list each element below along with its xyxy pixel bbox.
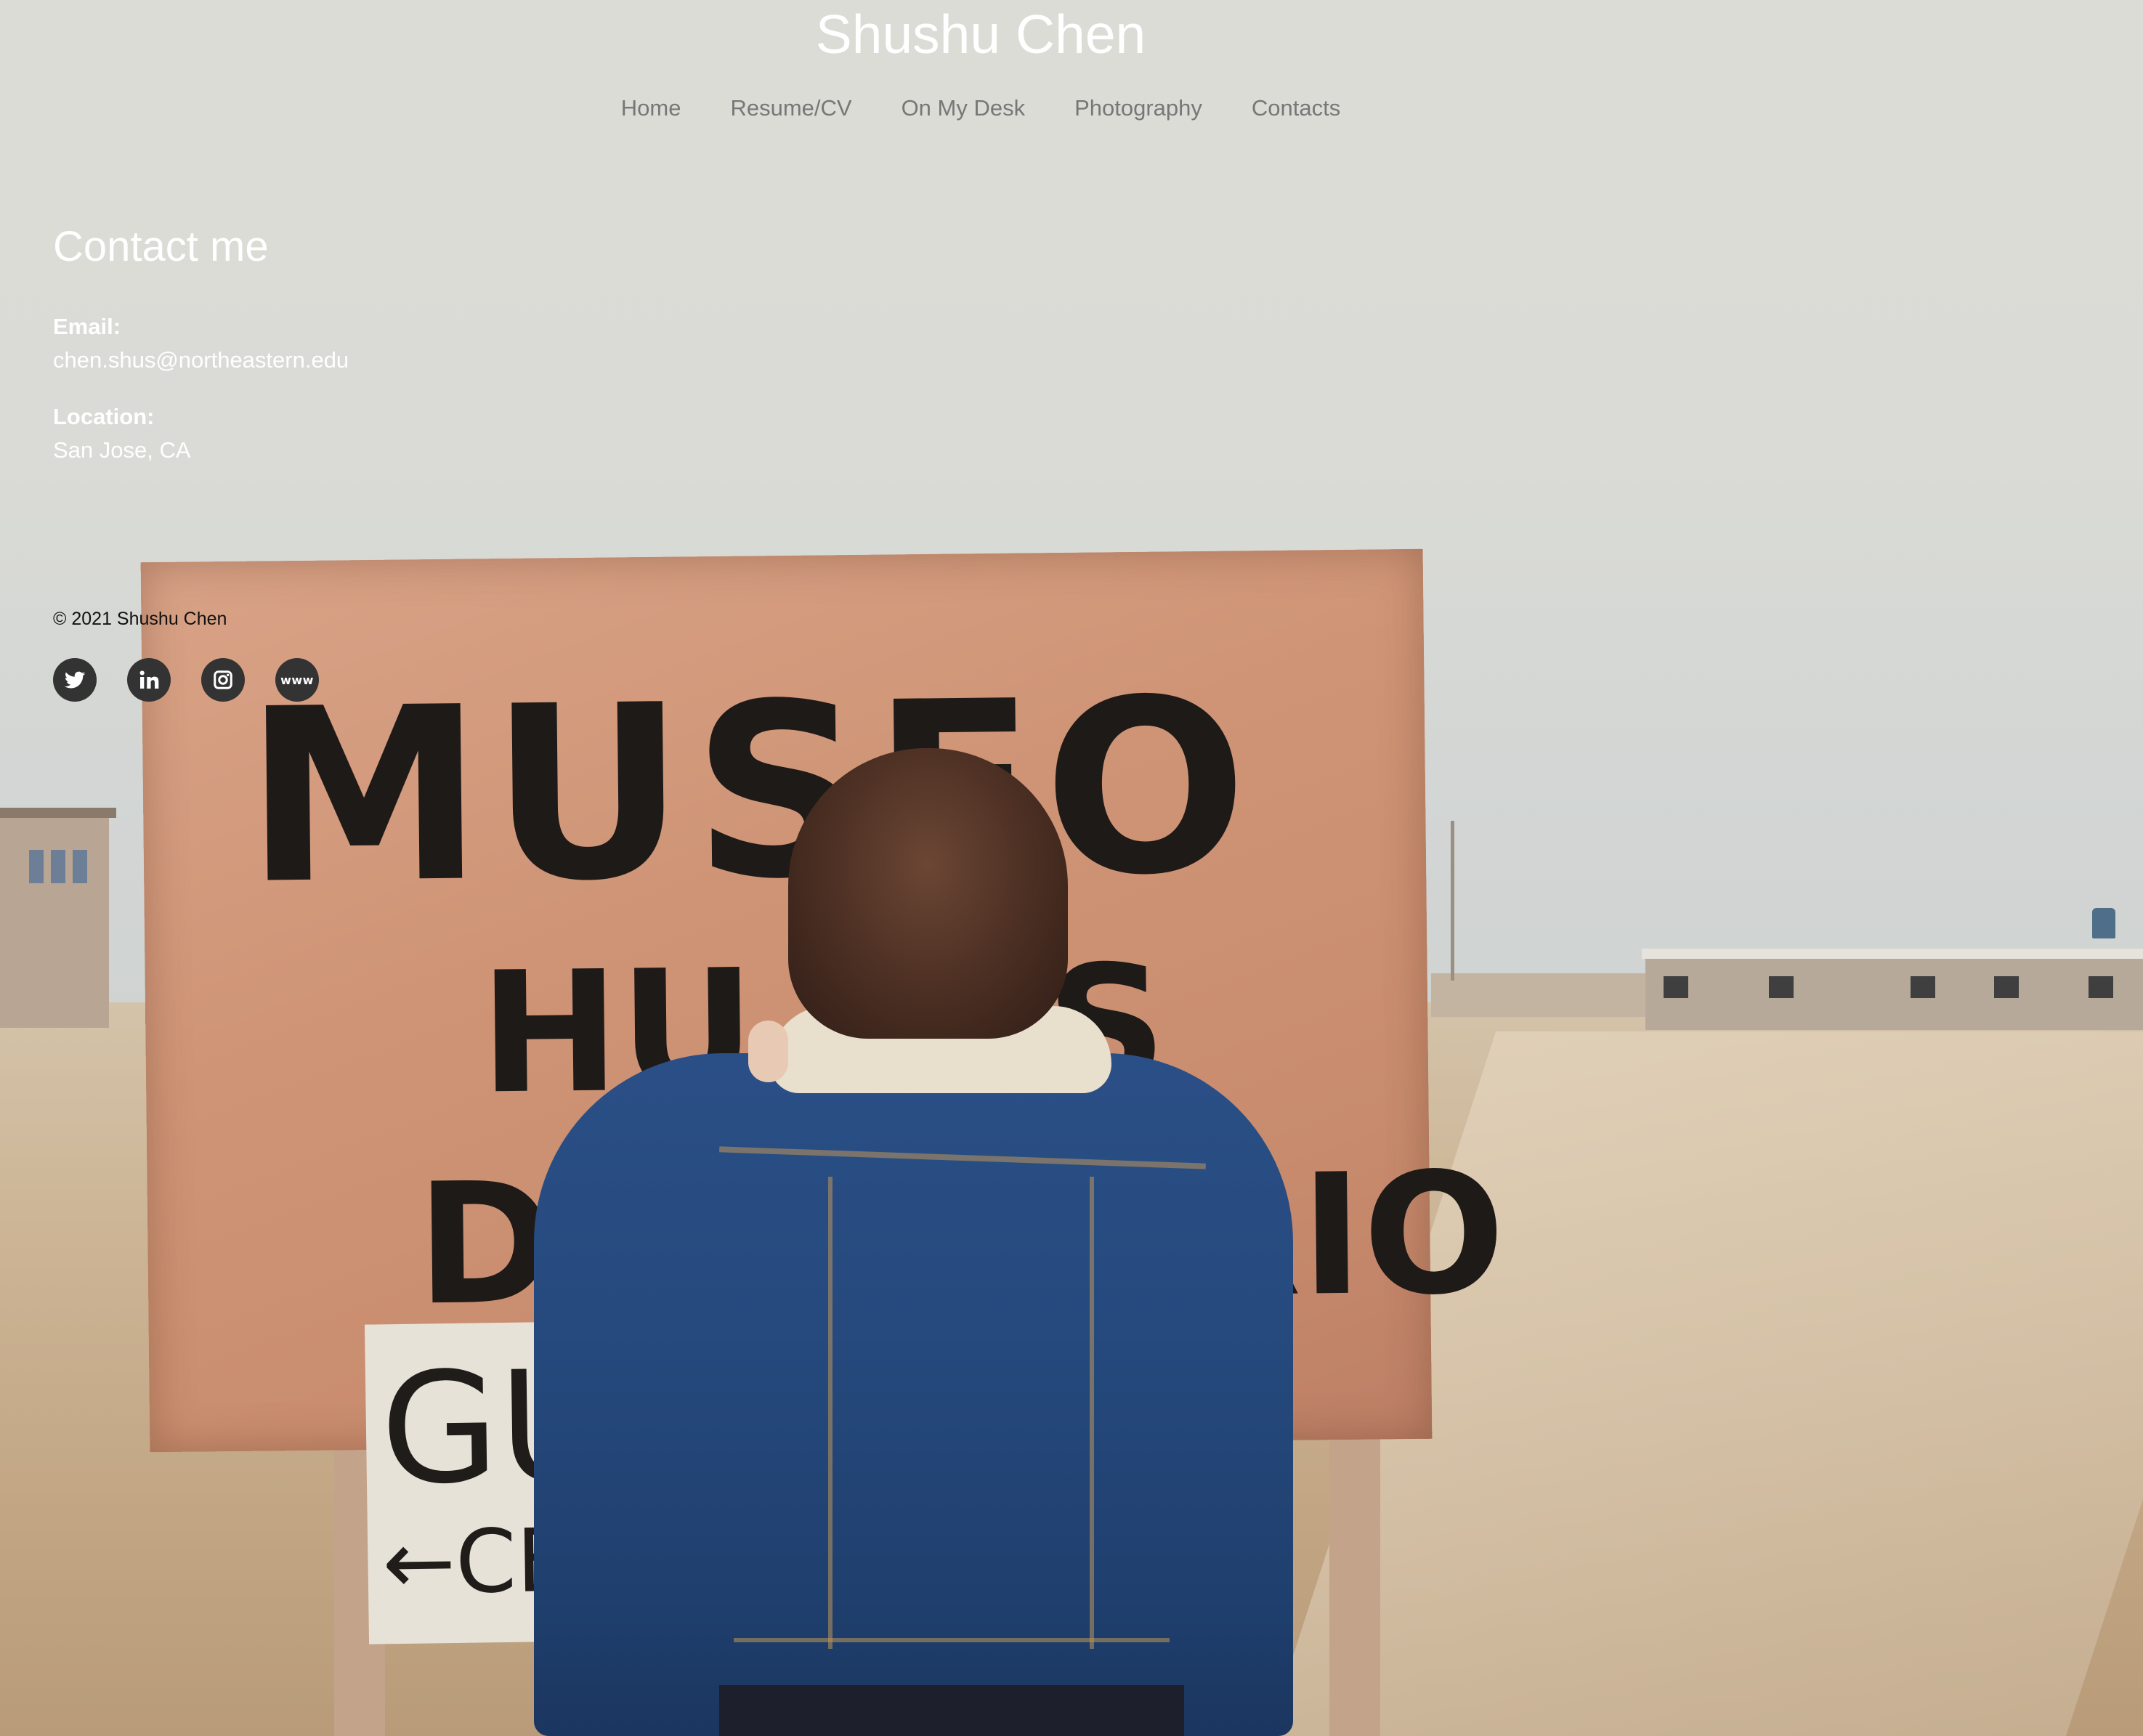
nav-item-home[interactable]: Home bbox=[621, 91, 681, 126]
email-label: Email: bbox=[53, 314, 121, 339]
nav-item-resume[interactable]: Resume/CV bbox=[730, 91, 851, 126]
sign-line-1: MUSEO bbox=[243, 647, 1256, 937]
website-icon[interactable]: www bbox=[275, 658, 319, 702]
utility-pole bbox=[1451, 821, 1454, 981]
location-block: Location: San Jose, CA bbox=[53, 401, 349, 468]
main-nav: Home Resume/CV On My Desk Photography Co… bbox=[0, 91, 1961, 126]
instagram-icon[interactable] bbox=[201, 658, 245, 702]
location-label: Location: bbox=[53, 404, 155, 429]
person-hand bbox=[748, 1021, 788, 1082]
person-hair bbox=[788, 748, 1068, 1039]
contact-section: Contact me Email: chen.shus@northeastern… bbox=[53, 218, 349, 468]
contact-heading: Contact me bbox=[53, 223, 269, 270]
building-left bbox=[0, 808, 116, 1028]
location-value: San Jose, CA bbox=[53, 437, 191, 463]
twitter-icon[interactable] bbox=[53, 658, 97, 702]
nav-item-on-my-desk[interactable]: On My Desk bbox=[902, 91, 1026, 126]
distant-wall bbox=[1431, 973, 1645, 1017]
copyright: © 2021 Shushu Chen bbox=[53, 609, 227, 629]
website-icon-label: www bbox=[280, 673, 314, 687]
email-value[interactable]: chen.shus@northeastern.edu bbox=[53, 343, 349, 378]
footer: © 2021 Shushu Chen www bbox=[53, 606, 319, 702]
nav-item-photography[interactable]: Photography bbox=[1074, 91, 1202, 126]
email-block: Email: chen.shus@northeastern.edu bbox=[53, 311, 349, 378]
social-links: www bbox=[53, 658, 319, 702]
building-right bbox=[1642, 949, 2143, 1030]
sign-post bbox=[1329, 1424, 1380, 1736]
water-tank bbox=[2092, 908, 2115, 938]
person-pants bbox=[719, 1685, 1184, 1736]
nav-item-contacts[interactable]: Contacts bbox=[1252, 91, 1340, 126]
site-title[interactable]: Shushu Chen bbox=[0, 0, 1961, 69]
linkedin-icon[interactable] bbox=[127, 658, 171, 702]
